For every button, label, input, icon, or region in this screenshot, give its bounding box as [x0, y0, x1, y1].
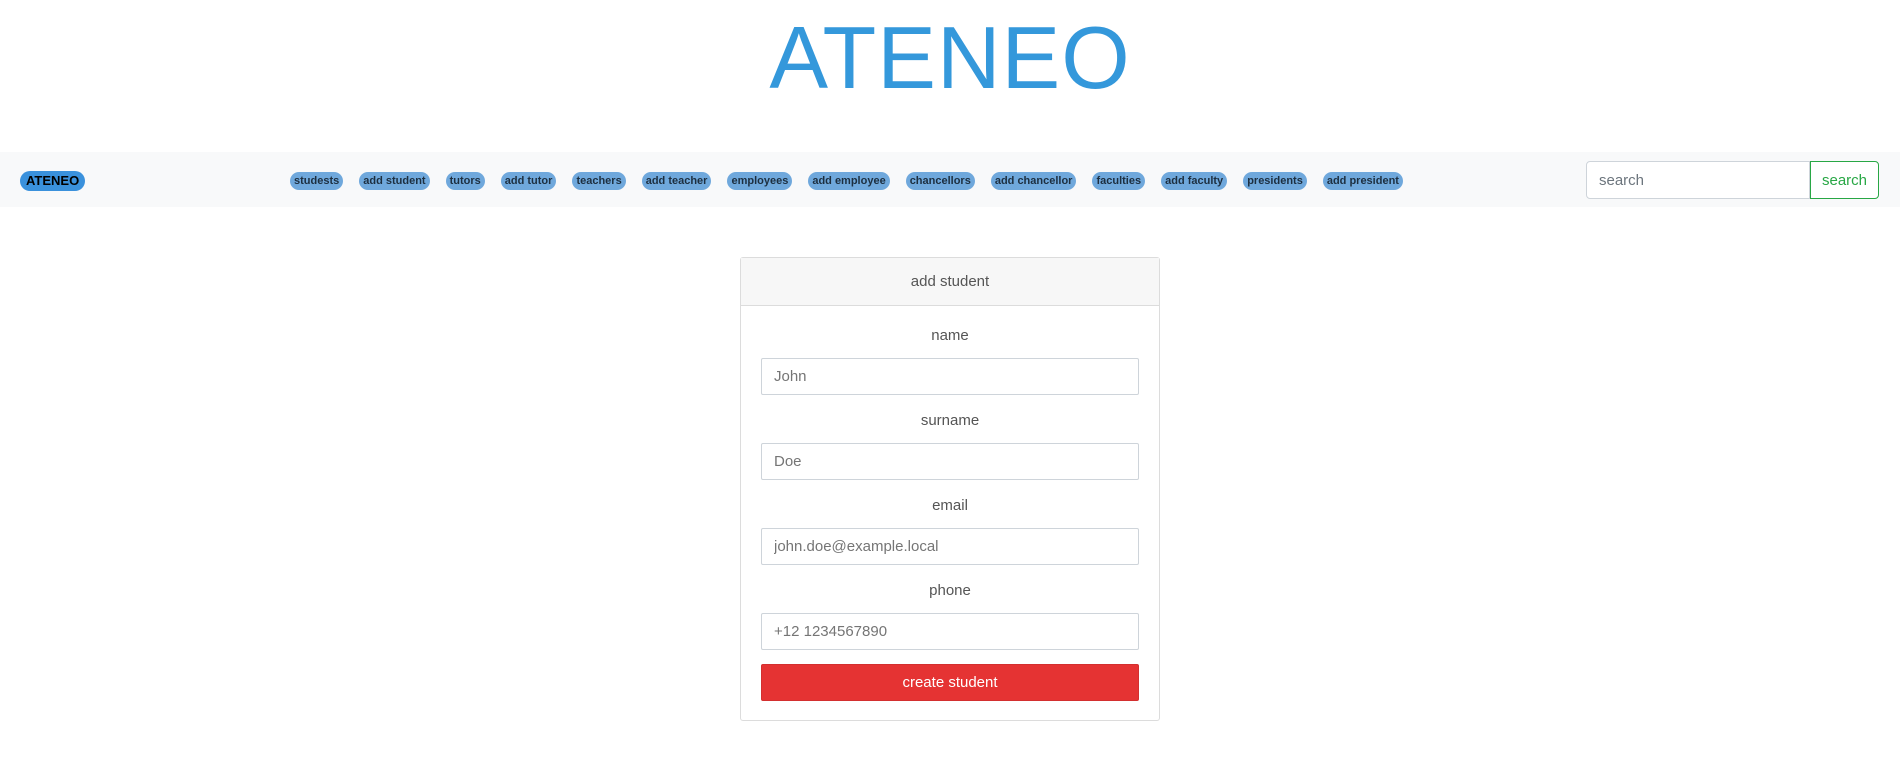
nav-link-presidents[interactable]: presidents — [1243, 172, 1307, 190]
nav-link-add-chancellor[interactable]: add chancellor — [990, 172, 1077, 190]
nav-link-teachers[interactable]: teachers — [572, 172, 626, 190]
nav-link-chancellors[interactable]: chancellors — [905, 172, 975, 190]
site-title: ATENEO — [769, 8, 1131, 107]
nav-link-faculties[interactable]: faculties — [1092, 172, 1146, 190]
nav-link-employees[interactable]: employees — [727, 172, 793, 190]
nav-link-add-employee[interactable]: add employee — [808, 172, 890, 190]
create-student-button[interactable]: create student — [761, 664, 1139, 701]
nav-link-add-tutor[interactable]: add tutor — [500, 172, 557, 190]
add-student-form: name surname email phone create student — [741, 306, 1159, 701]
search-input[interactable] — [1586, 161, 1810, 199]
navbar: ATENEO studests add student tutors add t… — [0, 152, 1900, 207]
phone-field[interactable] — [761, 613, 1139, 650]
name-field[interactable] — [761, 358, 1139, 395]
brand-link[interactable]: ATENEO — [20, 171, 86, 191]
nav-links: studests add student tutors add tutor te… — [290, 172, 1403, 190]
email-label: email — [932, 497, 968, 514]
nav-link-students[interactable]: studests — [290, 172, 344, 190]
add-student-card: add student name surname email phone cre… — [740, 257, 1160, 721]
card-title: add student — [741, 258, 1159, 306]
search-button[interactable]: search — [1810, 161, 1879, 199]
phone-label: phone — [929, 582, 971, 599]
nav-link-add-faculty[interactable]: add faculty — [1161, 172, 1228, 190]
nav-link-add-teacher[interactable]: add teacher — [641, 172, 712, 190]
name-label: name — [931, 327, 969, 344]
surname-label: surname — [920, 412, 980, 429]
nav-link-tutors[interactable]: tutors — [445, 172, 485, 190]
surname-field[interactable] — [761, 443, 1139, 480]
nav-link-add-president[interactable]: add president — [1322, 172, 1403, 190]
nav-link-add-student[interactable]: add student — [359, 172, 430, 190]
email-field[interactable] — [761, 528, 1139, 565]
